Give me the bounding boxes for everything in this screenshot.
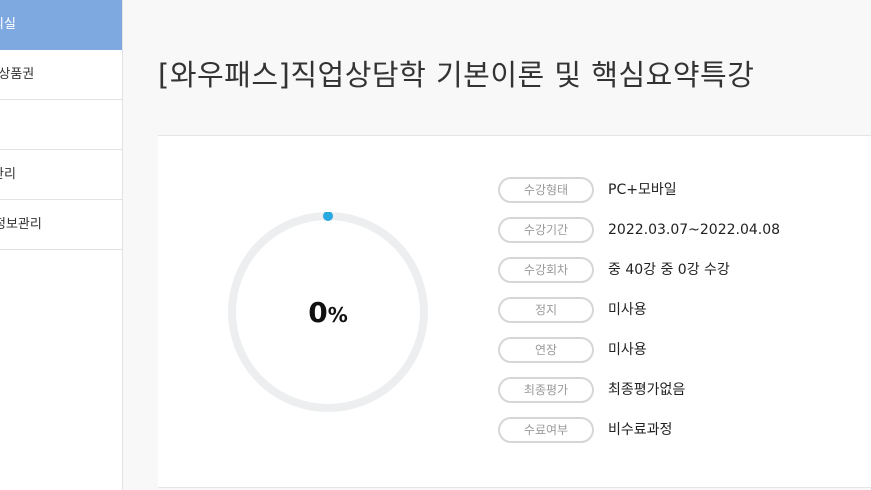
sidebar-item-label: 관리 <box>0 167 16 182</box>
info-label-badge: 수강회차 <box>498 257 594 283</box>
progress-percent-sign: % <box>327 303 348 327</box>
info-value: 2022.03.07~2022.04.08 <box>608 222 781 238</box>
info-value: 최종평가없음 <box>608 382 686 398</box>
progress-circle: 0% <box>228 212 428 412</box>
sidebar-item-info-management[interactable]: 정보관리 <box>0 200 122 250</box>
info-label-badge: 정지 <box>498 297 594 323</box>
progress-label: 0% <box>228 212 428 412</box>
info-label-badge: 최종평가 <box>498 377 594 403</box>
info-value: PC+모바일 <box>608 182 677 198</box>
sidebar-item-label: 의실 <box>0 17 16 32</box>
info-value: 비수료과정 <box>608 422 673 438</box>
sidebar-item-classroom[interactable]: 의실 <box>0 0 122 50</box>
info-label-badge: 연장 <box>498 337 594 363</box>
progress-number: 0 <box>308 295 328 329</box>
info-label-badge: 수강기간 <box>498 217 594 243</box>
info-value: 미사용 <box>608 302 647 318</box>
sidebar-item-label: /상품권 <box>0 67 35 82</box>
info-label-badge: 수료여부 <box>498 417 594 443</box>
sidebar-item-voucher[interactable]: /상품권 <box>0 50 122 100</box>
info-value: 중 40강 중 0강 수강 <box>608 262 730 278</box>
sidebar-item-3[interactable] <box>0 100 122 150</box>
info-label-badge: 수강형태 <box>498 177 594 203</box>
sidebar: 의실 /상품권 관리 정보관리 <box>0 0 123 490</box>
sidebar-item-label: 정보관리 <box>0 217 42 232</box>
sidebar-item-management[interactable]: 관리 <box>0 150 122 200</box>
info-value: 미사용 <box>608 342 647 358</box>
course-info-card: 0% 수강형태 PC+모바일 수강기간 2022.03.07~2022.04.0… <box>158 135 871 488</box>
page-title: [와우패스]직업상담학 기본이론 및 핵심요약특강 <box>158 58 755 92</box>
